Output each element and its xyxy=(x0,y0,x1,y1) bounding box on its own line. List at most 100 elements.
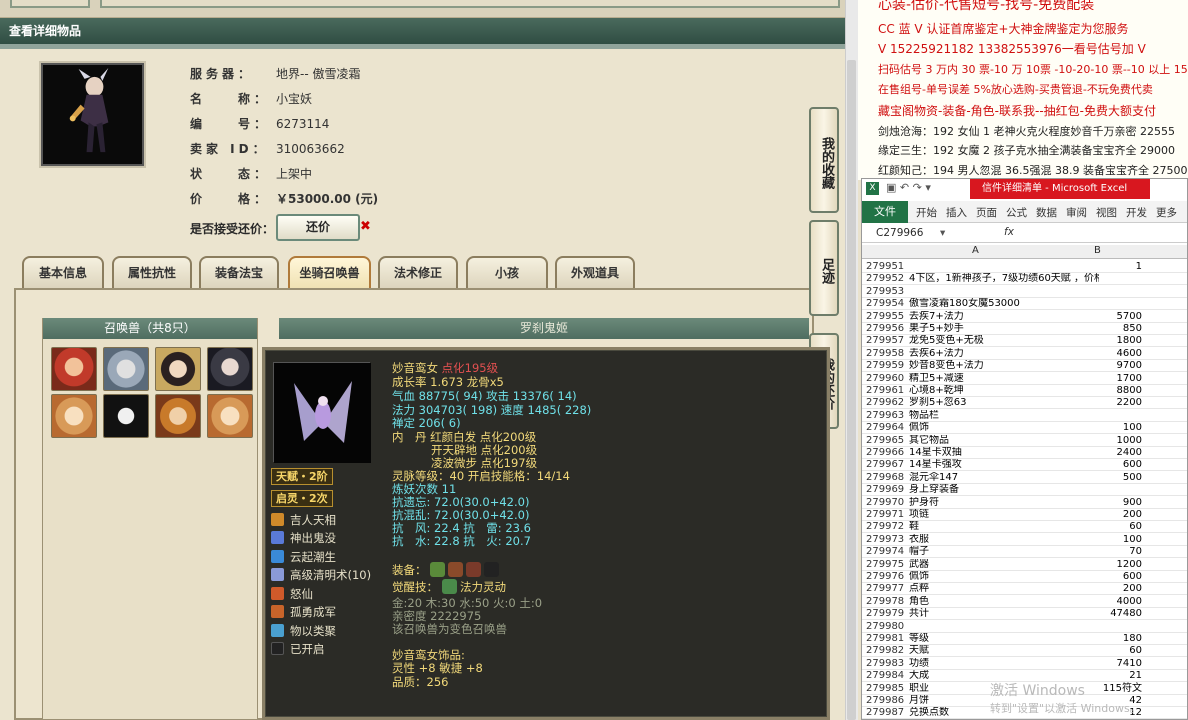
cell-b[interactable]: 1 xyxy=(1042,261,1142,273)
pet-slot-3-icon[interactable] xyxy=(155,347,201,391)
table-row[interactable]: 279957 龙免5变色+无极 1800 xyxy=(862,335,1187,348)
col-a-header[interactable]: A xyxy=(972,245,979,256)
cell-a[interactable]: 4下区，1新神孩子，7级功绩60天赋 ，价格合适 xyxy=(909,273,1099,285)
table-row[interactable]: 279963 物品栏 xyxy=(862,410,1187,422)
table-row[interactable]: 279969 身上穿装备 xyxy=(862,484,1187,497)
table-row[interactable]: 279952 4下区，1新神孩子，7级功绩60天赋 ，价格合适 xyxy=(862,273,1187,286)
cell-b[interactable]: 500 xyxy=(1042,472,1142,484)
cell-b[interactable]: 850 xyxy=(1042,323,1142,335)
table-row[interactable]: 279973 衣服 100 xyxy=(862,534,1187,546)
cell-b[interactable]: 47480 xyxy=(1042,608,1142,620)
name-box-dropdown-icon[interactable]: ▾ xyxy=(940,227,945,239)
table-row[interactable]: 279966 14星卡双抽 2400 xyxy=(862,447,1187,459)
skill-6[interactable]: 孤勇成军 xyxy=(271,605,336,622)
table-row[interactable]: 279975 武器 1200 xyxy=(862,559,1187,571)
quick-access-icon[interactable]: ▣ ↶ ↷ ▾ xyxy=(886,181,931,194)
cell-a[interactable]: 身上穿装备 xyxy=(909,484,1099,496)
tab-basic-info[interactable]: 基本信息 xyxy=(22,256,104,288)
table-row[interactable]: 279961 心境8+乾坤 8800 xyxy=(862,385,1187,397)
cell-b[interactable]: 600 xyxy=(1042,571,1142,583)
ribbon-more[interactable]: 更多 xyxy=(1156,205,1177,220)
table-row[interactable]: 279959 妙音8变色+法力 9700 xyxy=(862,360,1187,373)
cell-b[interactable]: 2400 xyxy=(1042,447,1142,459)
pet-slot-5-icon[interactable] xyxy=(51,394,97,438)
table-row[interactable]: 279958 去疾6+法力 4600 xyxy=(862,348,1187,360)
name-box[interactable]: C279966 xyxy=(876,227,923,239)
table-row[interactable]: 279965 其它物品 1000 xyxy=(862,435,1187,447)
cell-b[interactable]: 60 xyxy=(1042,645,1142,657)
table-row[interactable]: 279983 功绩 7410 xyxy=(862,658,1187,670)
cell-b[interactable]: 1000 xyxy=(1042,435,1142,447)
ribbon-review[interactable]: 审阅 xyxy=(1066,205,1087,220)
table-row[interactable]: 279953 xyxy=(862,286,1187,298)
skill-4[interactable]: 高级清明术(10) xyxy=(271,568,371,585)
equip-3-icon[interactable] xyxy=(466,562,482,577)
top-tab-right[interactable] xyxy=(100,0,840,8)
col-b-header[interactable]: B xyxy=(1094,245,1101,256)
ribbon-view[interactable]: 视图 xyxy=(1096,205,1117,220)
cell-b[interactable]: 100 xyxy=(1042,422,1142,434)
table-row[interactable]: 279980 xyxy=(862,621,1187,633)
skill-5[interactable]: 怒仙 xyxy=(271,587,313,604)
skill-1[interactable]: 吉人天相 xyxy=(271,513,336,530)
counter-offer-button[interactable]: 还价 xyxy=(276,214,360,241)
pet-slot-2-icon[interactable] xyxy=(103,347,149,391)
table-row[interactable]: 279964 佩饰 100 xyxy=(862,422,1187,435)
ribbon-file[interactable]: 文件 xyxy=(862,201,908,223)
table-row[interactable]: 279954 傲雪凌霜180女魔53000 xyxy=(862,298,1187,311)
tab-equipment[interactable]: 装备法宝 xyxy=(199,256,279,288)
cell-b[interactable]: 2200 xyxy=(1042,397,1142,409)
table-row[interactable]: 279955 去疾7+法力 5700 xyxy=(862,311,1187,323)
ribbon-dev[interactable]: 开发 xyxy=(1126,205,1147,220)
cell-b[interactable]: 60 xyxy=(1042,521,1142,533)
cell-b[interactable]: 100 xyxy=(1042,534,1142,546)
cell-b[interactable]: 70 xyxy=(1042,546,1142,558)
table-row[interactable]: 279962 罗刹5+忽63 2200 xyxy=(862,397,1187,410)
cell-b[interactable]: 1700 xyxy=(1042,373,1142,385)
table-row[interactable]: 279976 佩饰 600 xyxy=(862,571,1187,583)
ribbon-home[interactable]: 开始 xyxy=(916,205,937,220)
table-row[interactable]: 279960 精卫5+减速 1700 xyxy=(862,373,1187,385)
cell-b[interactable]: 7410 xyxy=(1042,658,1142,670)
top-tab-left[interactable] xyxy=(10,0,90,8)
cell-b[interactable]: 9700 xyxy=(1042,360,1142,372)
skill-7[interactable]: 物以类聚 xyxy=(271,624,336,641)
equip-2-icon[interactable] xyxy=(448,562,464,577)
tab-spell-correction[interactable]: 法术修正 xyxy=(378,256,458,288)
cell-a[interactable]: 傲雪凌霜180女魔53000 xyxy=(909,298,1099,310)
cell-b[interactable]: 900 xyxy=(1042,497,1142,509)
cell-b[interactable]: 200 xyxy=(1042,583,1142,595)
table-row[interactable]: 279978 角色 4000 xyxy=(862,596,1187,608)
cell-b[interactable]: 8800 xyxy=(1042,385,1142,397)
cell-a[interactable]: 物品栏 xyxy=(909,410,1099,422)
my-favorites-button[interactable]: 我的收藏 xyxy=(809,107,839,213)
table-row[interactable]: 279967 14星卡强攻 600 xyxy=(862,459,1187,472)
cell-b[interactable]: 5700 xyxy=(1042,311,1142,323)
skill-3[interactable]: 云起潮生 xyxy=(271,550,336,567)
cell-b[interactable]: 1800 xyxy=(1042,335,1142,347)
table-row[interactable]: 279972 鞋 60 xyxy=(862,521,1187,534)
table-row[interactable]: 279982 天赋 60 xyxy=(862,645,1187,658)
tab-attributes[interactable]: 属性抗性 xyxy=(112,256,192,288)
pet-slot-8-icon[interactable] xyxy=(207,394,253,438)
table-row[interactable]: 279951 1 xyxy=(862,261,1187,273)
cell-b[interactable]: 1200 xyxy=(1042,559,1142,571)
tab-mount-summon[interactable]: 坐骑召唤兽 xyxy=(288,256,371,288)
fx-icon[interactable]: fx xyxy=(1004,226,1014,238)
pet-slot-4-icon[interactable] xyxy=(207,347,253,391)
pet-slot-1-icon[interactable] xyxy=(51,347,97,391)
cell-b[interactable]: 600 xyxy=(1042,459,1142,471)
footprint-button[interactable]: 足迹 xyxy=(809,220,839,316)
cell-b[interactable]: 4600 xyxy=(1042,348,1142,360)
page-scroll-thumb[interactable] xyxy=(847,60,856,720)
ribbon-formula[interactable]: 公式 xyxy=(1006,205,1027,220)
pet-slot-6-icon[interactable] xyxy=(103,394,149,438)
table-row[interactable]: 279971 项链 200 xyxy=(862,509,1187,521)
table-row[interactable]: 279956 果子5+妙手 850 xyxy=(862,323,1187,335)
table-row[interactable]: 279968 混元伞147 500 xyxy=(862,472,1187,484)
cell-b[interactable]: 180 xyxy=(1042,633,1142,645)
tab-appearance[interactable]: 外观道具 xyxy=(555,256,635,288)
cell-b[interactable]: 200 xyxy=(1042,509,1142,521)
table-row[interactable]: 279979 共计 47480 xyxy=(862,608,1187,621)
table-row[interactable]: 279974 帽子 70 xyxy=(862,546,1187,559)
